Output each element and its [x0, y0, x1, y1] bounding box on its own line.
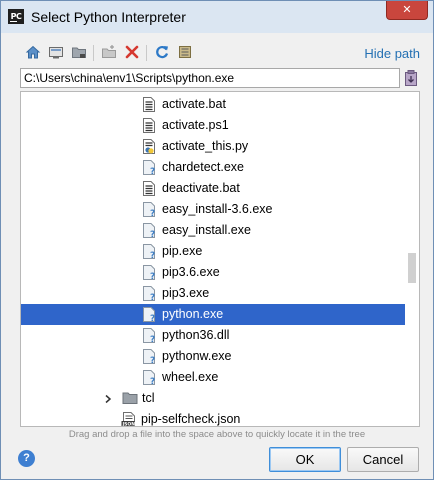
tree-item-label: python36.dll [162, 328, 230, 342]
tree-item-label: pythonw.exe [162, 349, 232, 363]
tree-file-row[interactable]: ? wheel.exe [21, 367, 405, 388]
json-file-icon: JSON [121, 411, 136, 427]
path-history-button[interactable] [403, 69, 419, 87]
text-file-icon [142, 96, 156, 113]
cancel-button[interactable]: Cancel [347, 447, 419, 472]
scrollbar-thumb[interactable] [408, 253, 416, 283]
unknown-file-icon: ? [142, 327, 156, 345]
refresh-button[interactable] [152, 42, 172, 62]
svg-text:?: ? [150, 251, 155, 260]
home-button[interactable] [23, 42, 43, 62]
svg-text:?: ? [150, 167, 155, 176]
unknown-file-icon: ? [142, 369, 156, 387]
tree-item-label: easy_install.exe [162, 223, 251, 237]
svg-text:?: ? [150, 377, 155, 386]
tree-file-row[interactable]: activate.ps1 [21, 115, 405, 136]
tree-file-row[interactable]: ? pip.exe [21, 241, 405, 262]
unknown-file-icon: ? [142, 222, 156, 240]
tree-file-row[interactable]: JSON pip-selfcheck.json [21, 409, 405, 427]
text-file-icon [142, 180, 156, 197]
tree-item-label: chardetect.exe [162, 160, 244, 174]
hide-path-link[interactable]: Hide path [364, 46, 420, 61]
svg-text:?: ? [150, 356, 155, 365]
svg-text:?: ? [150, 209, 155, 218]
show-hidden-icon [179, 46, 191, 58]
tree-file-row[interactable]: ? python36.dll [21, 325, 405, 346]
home-icon [25, 45, 41, 59]
text-file-icon [142, 117, 156, 134]
window-title: Select Python Interpreter [31, 9, 186, 25]
project-button[interactable] [69, 42, 89, 62]
refresh-icon [156, 45, 169, 59]
desktop-icon [49, 47, 63, 59]
desktop-button[interactable] [46, 42, 66, 62]
tree-file-row[interactable]: ? easy_install.exe [21, 220, 405, 241]
tree-file-row[interactable]: ? python.exe [21, 304, 405, 325]
tree-item-label: pip3.6.exe [162, 265, 220, 279]
svg-text:JSON: JSON [122, 421, 136, 427]
unknown-file-icon: ? [142, 285, 156, 303]
tree-item-label: activate_this.py [162, 139, 249, 153]
show-hidden-button[interactable] [175, 42, 195, 62]
svg-text:?: ? [150, 335, 155, 344]
tree-item-label: pip3.exe [162, 286, 210, 300]
tree-folder-row[interactable]: tcl [21, 388, 405, 409]
tree-item-label: activate.bat [162, 97, 226, 111]
tree-file-row[interactable]: ? pip3.6.exe [21, 262, 405, 283]
tree-item-label: deactivate.bat [162, 181, 240, 195]
tree-item-label: pip.exe [162, 244, 203, 258]
ok-button[interactable]: OK [269, 447, 341, 472]
unknown-file-icon: ? [142, 201, 156, 219]
new-folder-icon [102, 45, 116, 58]
scrollbar[interactable] [405, 92, 419, 426]
tree-file-row[interactable]: activate_this.py [21, 136, 405, 157]
unknown-file-icon: ? [142, 348, 156, 366]
project-folder-icon [72, 47, 86, 58]
tree-item-label: wheel.exe [162, 370, 219, 384]
tree-file-row[interactable]: deactivate.bat [21, 178, 405, 199]
unknown-file-icon: ? [142, 159, 156, 177]
tree-item-label: easy_install-3.6.exe [162, 202, 273, 216]
help-button[interactable]: ? [18, 450, 35, 467]
svg-text:?: ? [150, 314, 155, 323]
unknown-file-icon: ? [142, 264, 156, 282]
svg-text:?: ? [150, 272, 155, 281]
chevron-right-icon[interactable] [103, 393, 113, 404]
unknown-file-icon: ? [142, 243, 156, 261]
tree-file-row[interactable]: ? easy_install-3.6.exe [21, 199, 405, 220]
tree-item-label: tcl [142, 391, 155, 405]
delete-icon [125, 45, 139, 59]
svg-text:?: ? [150, 230, 155, 239]
svg-text:?: ? [150, 293, 155, 302]
clipboard-icon [405, 70, 417, 86]
tree-file-row[interactable]: ? pythonw.exe [21, 346, 405, 367]
tree-file-row[interactable]: ? pip3.exe [21, 283, 405, 304]
file-tree[interactable]: activate.bat activate.ps1 activate_this.py… [20, 91, 420, 427]
unknown-file-icon: ? [142, 306, 156, 324]
tree-item-label: pip-selfcheck.json [141, 412, 241, 426]
title-bar[interactable]: PC Select Python Interpreter ✕ [1, 1, 433, 33]
tree-file-row[interactable]: ? chardetect.exe [21, 157, 405, 178]
new-folder-button[interactable] [99, 42, 119, 62]
folder-icon [122, 390, 138, 407]
path-input[interactable]: C:\Users\china\env1\Scripts\python.exe [20, 68, 400, 88]
drag-drop-hint: Drag and drop a file into the space abov… [68, 429, 366, 440]
close-button[interactable]: ✕ [386, 1, 428, 20]
tree-item-label: activate.ps1 [162, 118, 229, 132]
tree-file-row[interactable]: activate.bat [21, 94, 405, 115]
pycharm-logo-icon: PC [8, 9, 24, 24]
python-file-icon [142, 138, 156, 155]
tree-item-label: python.exe [162, 307, 224, 321]
delete-button[interactable] [122, 42, 142, 62]
